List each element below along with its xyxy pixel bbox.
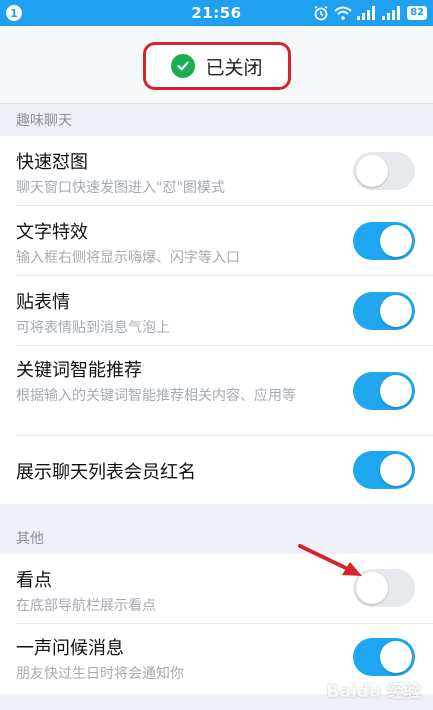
status-bar: 1 21:56 82 bbox=[0, 0, 433, 26]
baidu-watermark: Baidu 经验 bbox=[326, 682, 421, 702]
setting-title: 贴表情 bbox=[16, 292, 70, 313]
setting-title: 文字特效 bbox=[16, 222, 88, 243]
setting-subtitle: 朋友快过生日时将会通知你 bbox=[16, 666, 184, 682]
signal-icon bbox=[382, 6, 402, 20]
section-header-other: 其他 bbox=[0, 522, 433, 554]
status-time: 21:56 bbox=[191, 4, 242, 22]
setting-row-quick-image[interactable]: 快速怼图 聊天窗口快速发图进入"怼"图模式 bbox=[0, 136, 433, 206]
battery-level: 82 bbox=[407, 6, 427, 20]
text-effects-toggle[interactable] bbox=[353, 222, 415, 260]
vip-red-name-toggle[interactable] bbox=[353, 451, 415, 489]
toast-area: 已关闭 bbox=[0, 26, 433, 104]
quick-image-toggle[interactable] bbox=[353, 152, 415, 190]
toast-closed-notice: 已关闭 bbox=[143, 42, 291, 90]
setting-row-text-effects[interactable]: 文字特效 输入框右侧将显示嗨爆、闪字等入口 bbox=[0, 206, 433, 276]
setting-title: 展示聊天列表会员红名 bbox=[16, 462, 196, 483]
section-header-fun-chat: 趣味聊天 bbox=[0, 104, 433, 136]
setting-title: 关键词智能推荐 bbox=[16, 360, 142, 381]
notification-badge: 1 bbox=[6, 5, 22, 21]
signal-icon bbox=[357, 6, 377, 20]
toast-text: 已关闭 bbox=[205, 56, 263, 79]
setting-subtitle: 根据输入的关键词智能推荐相关内容、应用等 bbox=[16, 388, 296, 404]
setting-subtitle: 可将表情贴到消息气泡上 bbox=[16, 320, 170, 336]
setting-row-vip-red-name[interactable]: 展示聊天列表会员红名 bbox=[0, 436, 433, 504]
setting-row-sticker[interactable]: 贴表情 可将表情贴到消息气泡上 bbox=[0, 276, 433, 346]
setting-subtitle: 在底部导航栏展示看点 bbox=[16, 598, 156, 614]
birthday-greeting-toggle[interactable] bbox=[353, 638, 415, 676]
setting-title: 看点 bbox=[16, 570, 52, 591]
fun-chat-list: 快速怼图 聊天窗口快速发图进入"怼"图模式 文字特效 输入框右侧将显示嗨爆、闪字… bbox=[0, 136, 433, 504]
sticker-toggle[interactable] bbox=[353, 292, 415, 330]
other-list: 看点 在底部导航栏展示看点 一声问候消息 朋友快过生日时将会通知你 bbox=[0, 554, 433, 694]
alarm-icon bbox=[313, 5, 329, 21]
red-arrow-annotation bbox=[298, 544, 362, 576]
check-circle-icon bbox=[171, 54, 196, 78]
setting-row-kandian[interactable]: 看点 在底部导航栏展示看点 bbox=[0, 554, 433, 624]
setting-subtitle: 输入框右侧将显示嗨爆、闪字等入口 bbox=[16, 250, 240, 266]
setting-row-keyword-recommend[interactable]: 关键词智能推荐 根据输入的关键词智能推荐相关内容、应用等 bbox=[0, 346, 433, 436]
setting-title: 一声问候消息 bbox=[16, 638, 124, 659]
wifi-icon bbox=[334, 6, 352, 20]
setting-subtitle: 聊天窗口快速发图进入"怼"图模式 bbox=[16, 180, 225, 196]
setting-title: 快速怼图 bbox=[16, 152, 88, 173]
keyword-recommend-toggle[interactable] bbox=[353, 372, 415, 410]
